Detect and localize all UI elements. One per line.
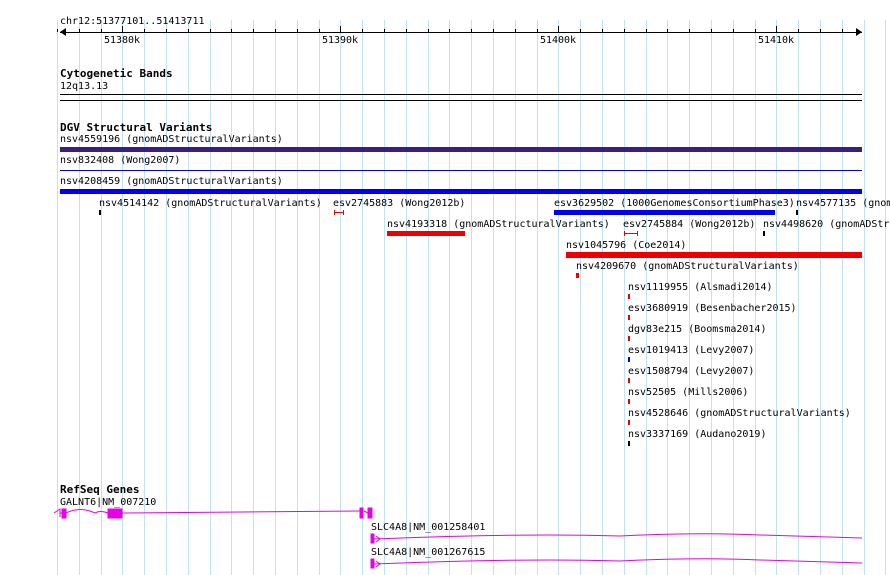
gene-galnt6[interactable] <box>53 507 373 519</box>
gene-slc4a8-1[interactable] <box>370 533 863 544</box>
gene-slc4a8-2[interactable] <box>370 558 863 569</box>
genome-browser-view: chr12:51377101..51413711 51380k 51390k 514… <box>0 0 890 575</box>
gene-models <box>53 507 863 569</box>
